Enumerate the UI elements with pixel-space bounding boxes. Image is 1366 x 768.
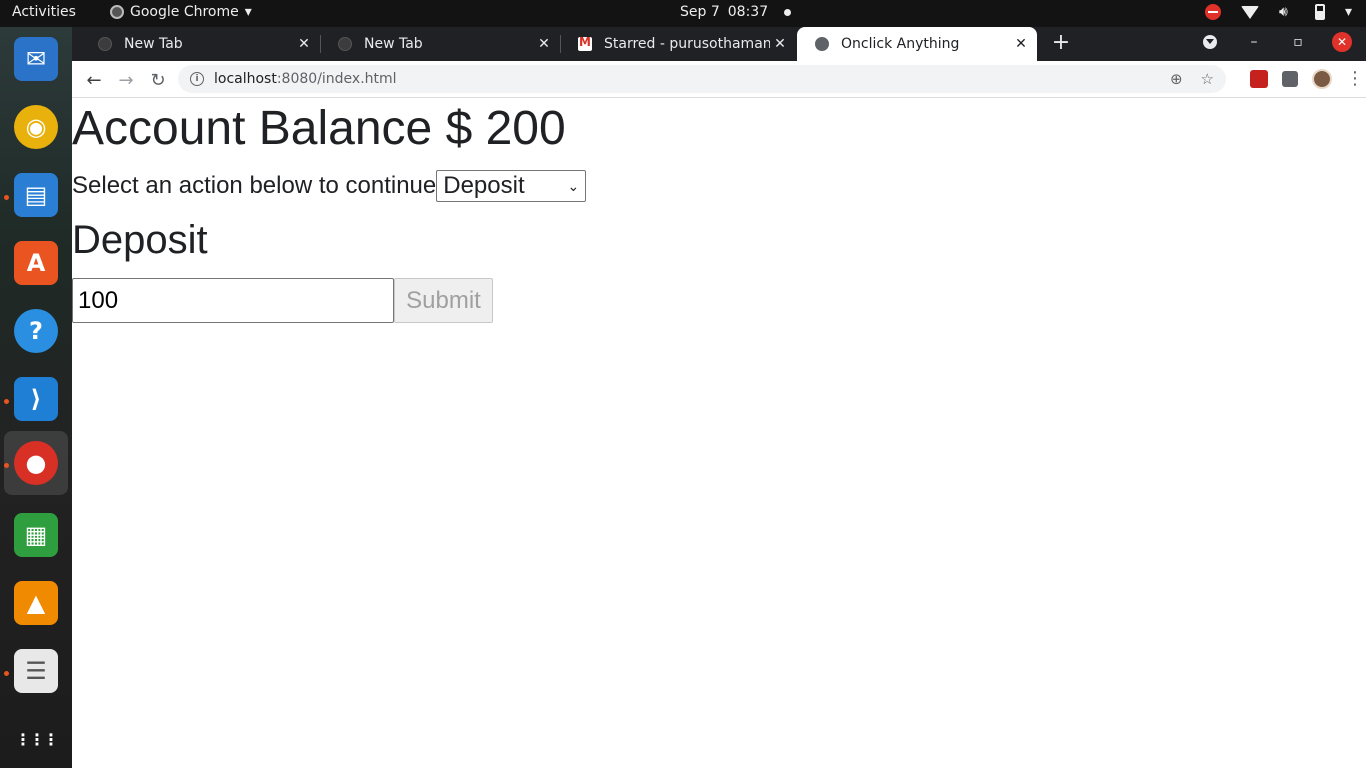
help-icon: ? bbox=[14, 309, 58, 353]
show-applications-icon: ⋮⋮⋮ bbox=[15, 729, 59, 749]
back-button[interactable]: ← bbox=[82, 68, 106, 92]
volume-icon: 🔊︎ bbox=[1278, 4, 1288, 20]
tab-title: Onclick Anything bbox=[841, 36, 960, 52]
reload-button[interactable]: ↻ bbox=[146, 68, 170, 92]
more-menu-icon[interactable]: ⋮ bbox=[1346, 68, 1364, 89]
system-menu-caret-icon: ▾ bbox=[1344, 4, 1352, 20]
running-indicator-icon bbox=[4, 399, 9, 404]
url-path: :8080/index.html bbox=[276, 71, 397, 87]
clock[interactable]: Sep 7 08:37 bbox=[680, 4, 792, 20]
new-tab-button[interactable]: + bbox=[1050, 32, 1072, 55]
dock-item[interactable]: ▲ bbox=[8, 575, 64, 631]
dock-item[interactable]: ▦ bbox=[8, 507, 64, 563]
tab-new-tab-1[interactable]: New Tab ✕ bbox=[80, 27, 320, 61]
tab-search-icon bbox=[1203, 35, 1217, 49]
action-prompt: Select an action below to continue bbox=[72, 172, 437, 199]
tab-strip: New Tab ✕ New Tab ✕ Starred - purusotham… bbox=[72, 27, 1366, 61]
chrome-app-icon bbox=[110, 5, 124, 19]
clock-date: Sep 7 bbox=[680, 4, 720, 20]
system-tray[interactable]: 🔊︎ ▾ bbox=[1204, 4, 1352, 20]
tab-onclick-anything[interactable]: Onclick Anything ✕ bbox=[797, 27, 1037, 61]
caret-down-icon: ▾ bbox=[244, 4, 252, 20]
page-content: Account Balance $ 200 Select an action b… bbox=[72, 99, 1366, 768]
extension-icon[interactable] bbox=[1250, 69, 1268, 88]
clock-time: 08:37 bbox=[727, 4, 769, 20]
window-close-button[interactable]: ✕ bbox=[1332, 32, 1352, 52]
tab-title: New Tab bbox=[364, 36, 423, 52]
dock-item[interactable]: ? bbox=[8, 303, 64, 359]
tab-title: New Tab bbox=[124, 36, 183, 52]
address-bar[interactable]: i localhost :8080/index.html ⊕ ☆ bbox=[178, 65, 1226, 93]
running-indicator-icon bbox=[4, 463, 9, 468]
amount-input[interactable]: 100 bbox=[72, 278, 394, 323]
action-select-value: Deposit bbox=[443, 172, 525, 199]
chevron-down-icon: ⌄ bbox=[567, 177, 580, 194]
zoom-icon[interactable]: ⊕ bbox=[1170, 70, 1183, 88]
wifi-icon bbox=[1240, 5, 1259, 19]
dock-item[interactable]: ● bbox=[4, 431, 68, 495]
deposit-form: 100 Submit bbox=[72, 278, 493, 323]
libreoffice-calc-icon: ▦ bbox=[14, 513, 58, 557]
activities-button[interactable]: Activities bbox=[12, 4, 76, 20]
chrome-favicon-icon bbox=[98, 37, 112, 51]
extensions-area: ⋮ bbox=[1250, 68, 1364, 89]
running-indicator-icon bbox=[4, 195, 9, 200]
thunderbird-icon: ✉ bbox=[14, 37, 58, 81]
globe-favicon-icon bbox=[815, 37, 829, 51]
dock: ✉ ◉ ▤ A? ⟩ ● ▦ ▲ ☰ ⋮⋮⋮ bbox=[0, 27, 72, 768]
libreoffice-writer-icon: ▤ bbox=[14, 173, 58, 217]
close-icon[interactable]: ✕ bbox=[534, 36, 554, 52]
tab-search-button[interactable] bbox=[1200, 32, 1220, 52]
notification-dot-icon bbox=[784, 8, 792, 16]
restore-button[interactable]: ▫ bbox=[1288, 32, 1308, 52]
forward-button[interactable]: → bbox=[114, 68, 138, 92]
ubuntu-software-icon: A bbox=[14, 241, 58, 285]
avatar[interactable] bbox=[1312, 68, 1332, 89]
running-indicator-icon bbox=[4, 671, 9, 676]
action-row: Select an action below to continue Depos… bbox=[72, 170, 587, 202]
url-host: localhost bbox=[214, 71, 277, 87]
action-select[interactable]: Deposit ⌄ bbox=[436, 170, 587, 202]
puzzle-icon[interactable] bbox=[1282, 70, 1298, 87]
dock-item[interactable]: ✉ bbox=[8, 31, 64, 87]
window-controls: – ▫ ✕ bbox=[1200, 32, 1352, 52]
section-heading: Deposit bbox=[72, 218, 208, 262]
info-icon[interactable]: i bbox=[190, 72, 204, 86]
dock-item[interactable]: ◉ bbox=[8, 99, 64, 155]
close-icon[interactable]: ✕ bbox=[770, 36, 790, 52]
do-not-disturb-icon bbox=[1204, 4, 1221, 20]
dock-item[interactable]: ☰ bbox=[8, 643, 64, 699]
bookmark-star-icon[interactable]: ☆ bbox=[1201, 70, 1214, 88]
minimize-button[interactable]: – bbox=[1244, 32, 1264, 52]
gmail-favicon-icon bbox=[578, 35, 592, 51]
rhythmbox-icon: ◉ bbox=[14, 105, 58, 149]
app-menu-label: Google Chrome bbox=[130, 4, 239, 20]
balance-heading: Account Balance $ 200 bbox=[72, 102, 566, 155]
battery-icon bbox=[1314, 4, 1325, 20]
vscode-icon: ⟩ bbox=[14, 377, 58, 421]
tab-new-tab-2[interactable]: New Tab ✕ bbox=[320, 27, 560, 61]
close-icon[interactable]: ✕ bbox=[294, 36, 314, 52]
close-icon[interactable]: ✕ bbox=[1011, 36, 1031, 52]
chrome-favicon-icon bbox=[338, 37, 352, 51]
dock-item[interactable]: ⋮⋮⋮ bbox=[8, 711, 64, 767]
tab-title: Starred - purusothaman@ bbox=[604, 36, 770, 52]
dock-item[interactable]: ▤ bbox=[8, 167, 64, 223]
chrome-icon: ● bbox=[14, 441, 58, 485]
submit-button[interactable]: Submit bbox=[394, 278, 493, 323]
app-menu[interactable]: Google Chrome ▾ bbox=[110, 4, 252, 20]
vlc-icon: ▲ bbox=[14, 581, 58, 625]
chrome-window: New Tab ✕ New Tab ✕ Starred - purusotham… bbox=[72, 27, 1366, 768]
document-viewer-icon: ☰ bbox=[14, 649, 58, 693]
gnome-top-bar: Activities Google Chrome ▾ Sep 7 08:37 🔊… bbox=[0, 0, 1366, 27]
browser-toolbar: ← → ↻ i localhost :8080/index.html ⊕ ☆ ⋮ bbox=[72, 61, 1366, 98]
dock-item[interactable]: ⟩ bbox=[8, 371, 64, 427]
dock-item[interactable]: A bbox=[8, 235, 64, 291]
tab-gmail-starred[interactable]: Starred - purusothaman@ ✕ bbox=[560, 27, 796, 61]
